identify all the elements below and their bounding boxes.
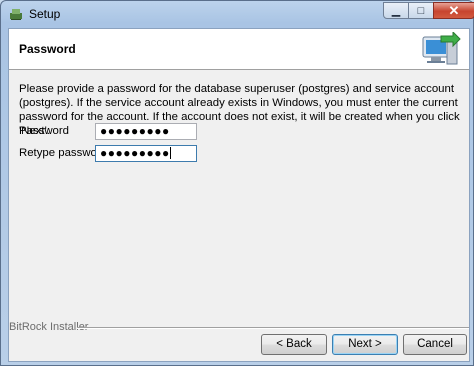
page-title: Password	[19, 42, 76, 56]
password-field[interactable]: ●●●●●●●●●	[95, 123, 197, 140]
text-caret	[169, 147, 171, 159]
maximize-icon: □	[417, 4, 425, 17]
wizard-header: Password	[9, 29, 469, 70]
minimize-button[interactable]: ▁	[383, 2, 409, 19]
wizard-body: Password Please provide a password for t…	[8, 28, 470, 362]
cancel-button[interactable]: Cancel	[403, 334, 467, 355]
retype-password-label: Retype password	[19, 147, 108, 159]
back-button[interactable]: < Back	[261, 334, 327, 355]
next-button[interactable]: Next >	[332, 334, 398, 355]
minimize-icon: ▁	[391, 5, 401, 17]
retype-password-value: ●●●●●●●●●	[100, 146, 170, 160]
footer-divider	[77, 327, 469, 329]
setup-window: Setup ▁ □ ✕ Password Please provide a pa…	[0, 0, 474, 366]
setup-app-icon	[10, 9, 22, 20]
retype-password-field[interactable]: ●●●●●●●●●	[95, 145, 197, 162]
password-label: Password	[19, 125, 70, 137]
description-text: Please provide a password for the databa…	[19, 83, 460, 137]
title-bar[interactable]: Setup ▁ □ ✕	[1, 1, 474, 27]
window-title: Setup	[29, 7, 61, 21]
close-button[interactable]: ✕	[433, 2, 474, 19]
computer-setup-icon	[422, 32, 461, 65]
password-value: ●●●●●●●●●	[100, 124, 170, 138]
close-icon: ✕	[448, 2, 460, 18]
maximize-button[interactable]: □	[408, 2, 434, 19]
